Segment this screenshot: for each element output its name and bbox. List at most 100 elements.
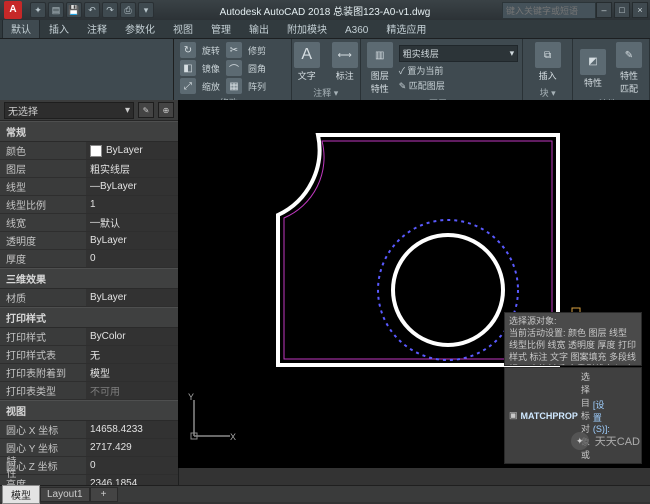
layer-properties-button[interactable]: ▥图层 特性	[365, 41, 395, 96]
ribbon-tab-manage[interactable]: 管理	[202, 18, 240, 38]
qat-open-icon[interactable]: ▤	[48, 2, 64, 18]
cat-plotstyle[interactable]: 打印样式	[0, 307, 178, 328]
chevron-down-icon: ▾	[125, 105, 130, 116]
status-bar: 模型 Layout1 +	[0, 485, 650, 502]
dimension-button[interactable]: ⟷标注	[330, 41, 360, 83]
prop-row-centerx: 圆心 X 坐标14658.4233	[0, 421, 178, 439]
command-history[interactable]: 选择源对象: 当前活动设置: 颜色 图层 线型 线型比例 线宽 透明度 厚度 打…	[504, 312, 642, 366]
pickadd-button[interactable]: ⊕	[158, 102, 174, 118]
prop-row-centery: 圆心 Y 坐标2717.429	[0, 439, 178, 457]
dimension-label: 标注	[336, 69, 354, 82]
qat-new-icon[interactable]: ✦	[30, 2, 46, 18]
scale-icon: ⤢	[180, 78, 196, 94]
selection-row: 无选择▾ ✎ ⊕	[0, 100, 178, 121]
insert-block-label: 插入	[539, 69, 557, 82]
panel-title-annotation: 注释 ▾	[296, 86, 356, 99]
maximize-button[interactable]: □	[614, 2, 630, 18]
ribbon-panel-annotation: A文字 ⟷标注 注释 ▾	[292, 39, 361, 101]
properties-button[interactable]: ◩特性	[578, 48, 608, 90]
prop-row-material: 材质ByLayer	[0, 289, 178, 307]
help-search[interactable]	[502, 2, 596, 19]
ribbon-tab-view[interactable]: 视图	[164, 18, 202, 38]
match-layer-button[interactable]: ✎ 匹配图层	[399, 79, 518, 92]
properties-label: 特性	[584, 76, 602, 89]
ucs-icon: Y X	[186, 394, 236, 446]
ribbon-tab-parametric[interactable]: 参数化	[116, 18, 164, 38]
tab-layout1[interactable]: Layout1	[40, 487, 90, 502]
qat-print-icon[interactable]: ⎙	[120, 2, 136, 18]
ribbon-tab-annotate[interactable]: 注释	[78, 18, 116, 38]
make-current-button[interactable]: ✓ 置为当前	[399, 64, 518, 77]
text-button[interactable]: A文字	[292, 41, 322, 83]
mirror-icon: ◧	[180, 60, 196, 76]
drawing-canvas[interactable]: Y X 选择源对象: 当前活动设置: 颜色 图层 线型 线型比例 线宽 透明度 …	[178, 100, 650, 468]
chevron-down-icon: ▾	[510, 48, 515, 59]
svg-text:Y: Y	[188, 392, 194, 402]
ribbon-panel-properties: ◩特性 ✎特性 匹配 特性 ▾	[573, 39, 650, 101]
trim-label: 修剪	[248, 44, 266, 57]
tab-model[interactable]: 模型	[2, 485, 40, 504]
text-icon: A	[294, 42, 320, 68]
prop-row-layer: 图层粗实线层	[0, 160, 178, 178]
scale-button[interactable]: ⤢	[178, 77, 198, 95]
ribbon-tab-apps[interactable]: 精选应用	[377, 18, 435, 38]
color-swatch	[90, 145, 102, 157]
tab-add[interactable]: +	[90, 487, 118, 502]
minimize-button[interactable]: –	[596, 2, 612, 18]
ribbon-tab-insert[interactable]: 插入	[40, 18, 78, 38]
ribbon-panel-modify: ↻旋转 ✂修剪 ◧镜像 ⌒圆角 ⤢缩放 ▦阵列 修改 ▾	[174, 39, 292, 101]
rotate-button[interactable]: ↻	[178, 41, 198, 59]
prop-row-lineweight: 线宽— 默认	[0, 214, 178, 232]
trim-icon: ✂	[226, 42, 242, 58]
array-button[interactable]: ▦	[224, 77, 244, 95]
watermark-logo-icon: ✦	[571, 432, 589, 450]
mirror-label: 镜像	[202, 62, 220, 75]
window-title: Autodesk AutoCAD 2018 总装图123-A0-v1.dwg	[220, 3, 431, 18]
prop-row-plotstyle: 打印样式ByColor	[0, 328, 178, 346]
scale-label: 缩放	[202, 80, 220, 93]
layer-combo[interactable]: 粗实线层▾	[399, 45, 518, 62]
fillet-button[interactable]: ⌒	[224, 59, 244, 77]
qat-redo-icon[interactable]: ↷	[102, 2, 118, 18]
command-options[interactable]: [设置(S)]:	[593, 398, 610, 434]
circle-main	[393, 235, 503, 345]
qat-more-icon[interactable]: ▾	[138, 2, 154, 18]
properties-palette: 无选择▾ ✎ ⊕ 常规 颜色ByLayer 图层粗实线层 线型— ByLayer…	[0, 100, 179, 486]
qat-undo-icon[interactable]: ↶	[84, 2, 100, 18]
layers-icon: ▥	[367, 42, 393, 68]
properties-list[interactable]: 常规 颜色ByLayer 图层粗实线层 线型— ByLayer 线型比例1 线宽…	[0, 121, 178, 486]
qat-save-icon[interactable]: 💾	[66, 2, 82, 18]
close-button[interactable]: ×	[632, 2, 648, 18]
cmd-hist-line: 当前活动设置: 颜色 图层 线型 线型比例 线宽 透明度 厚度 打印样式 标注 …	[509, 327, 637, 366]
ribbon-tab-output[interactable]: 输出	[240, 18, 278, 38]
quickselect-button[interactable]: ✎	[138, 102, 154, 118]
insert-block-button[interactable]: ⧉插入	[527, 41, 568, 83]
prop-row-plotattach: 打印表附着到模型	[0, 364, 178, 382]
ribbon-tab-strip: 默认 插入 注释 参数化 视图 管理 输出 附加模块 A360 精选应用	[0, 20, 650, 39]
ribbon: ↻旋转 ✂修剪 ◧镜像 ⌒圆角 ⤢缩放 ▦阵列 修改 ▾ A文字 ⟷标注 注释 …	[0, 39, 650, 102]
ribbon-tab-default[interactable]: 默认	[2, 18, 40, 38]
array-icon: ▦	[226, 78, 242, 94]
cat-view[interactable]: 视图	[0, 400, 178, 421]
command-input[interactable]	[613, 410, 650, 422]
ribbon-panel-layers: ▥图层 特性 粗实线层▾ ✓ 置为当前 ✎ 匹配图层 图层 ▾	[361, 39, 523, 101]
match-properties-button[interactable]: ✎特性 匹配	[614, 41, 644, 96]
quick-access-toolbar: ✦ ▤ 💾 ↶ ↷ ⎙ ▾	[30, 2, 154, 18]
window-buttons: – □ ×	[596, 2, 648, 18]
fillet-icon: ⌒	[226, 60, 242, 76]
prop-row-color: 颜色ByLayer	[0, 142, 178, 160]
help-search-input[interactable]	[503, 3, 595, 18]
app-logo[interactable]: A	[4, 1, 22, 19]
match-properties-label: 特性 匹配	[620, 69, 638, 95]
cat-3deffect[interactable]: 三维效果	[0, 268, 178, 289]
trim-button[interactable]: ✂	[224, 41, 244, 59]
mirror-button[interactable]: ◧	[178, 59, 198, 77]
panel-title-block: 块 ▾	[527, 86, 568, 99]
rotate-label: 旋转	[202, 44, 220, 57]
selection-combo[interactable]: 无选择▾	[4, 102, 134, 119]
command-icon: ▣	[509, 410, 518, 421]
ribbon-tab-a360[interactable]: A360	[336, 22, 377, 38]
cat-general[interactable]: 常规	[0, 121, 178, 142]
prop-row-ltscale: 线型比例1	[0, 196, 178, 214]
ribbon-tab-addons[interactable]: 附加模块	[278, 18, 336, 38]
